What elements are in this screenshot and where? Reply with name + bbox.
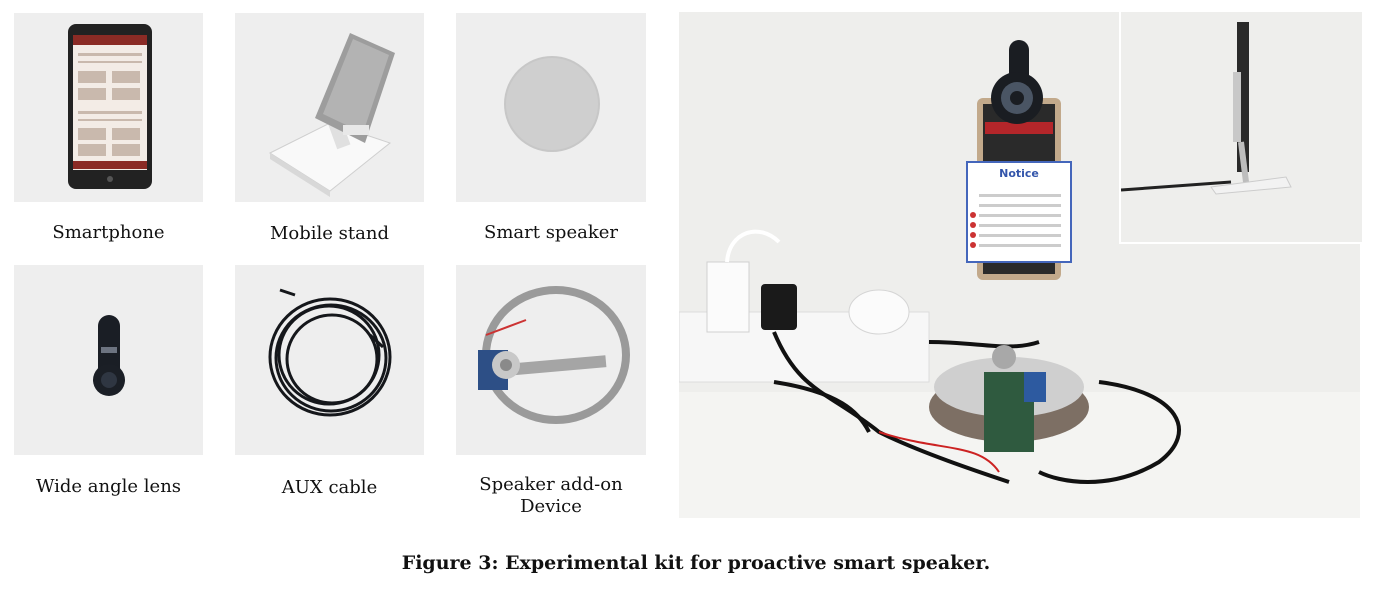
caption-speaker-addon-device: Speaker add-on Device (479, 474, 623, 517)
mobile-stand-image (235, 13, 424, 202)
side-view-inset-photo (1119, 12, 1362, 244)
caption-wide-angle-lens: Wide angle lens (35, 476, 182, 497)
speaker-addon-device-image (456, 265, 646, 455)
wide-angle-lens-image (14, 265, 203, 455)
caption-smart-speaker: Smart speaker (484, 222, 618, 243)
aux-cable-image (235, 265, 424, 455)
caption-smartphone: Smartphone (52, 222, 165, 243)
smart-speaker-image (456, 13, 646, 202)
notice-heading: Notice (999, 167, 1039, 180)
smartphone-image (14, 13, 203, 202)
caption-aux-cable: AUX cable (281, 477, 378, 498)
figure-caption: Figure 3: Experimental kit for proactive… (401, 552, 991, 574)
caption-mobile-stand: Mobile stand (270, 223, 389, 244)
